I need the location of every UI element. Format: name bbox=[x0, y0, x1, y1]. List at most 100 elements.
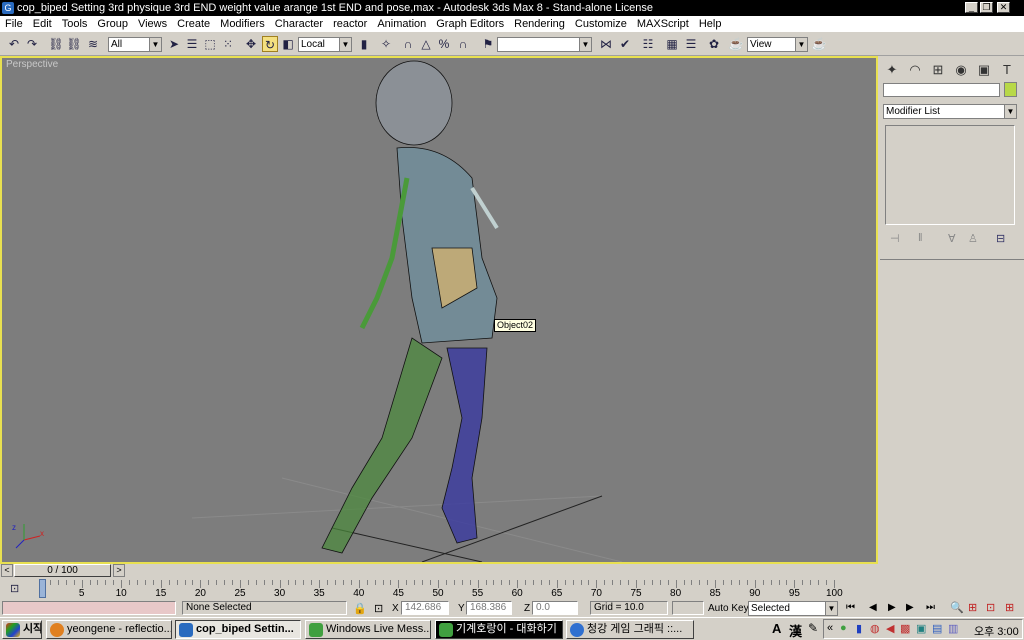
utilities-tab-icon[interactable]: T bbox=[997, 60, 1017, 80]
start-button[interactable]: 시작 bbox=[2, 620, 42, 639]
absolute-mode-icon[interactable]: ⊡ bbox=[374, 602, 383, 615]
key-filter-dropdown[interactable]: Selected ▼ bbox=[748, 601, 838, 616]
rotate-icon[interactable]: ↻ bbox=[262, 36, 278, 52]
app-icon[interactable]: G bbox=[2, 2, 14, 14]
percent-snap-icon[interactable]: % bbox=[436, 36, 452, 52]
remove-modifier-icon[interactable]: ♙ bbox=[968, 232, 978, 245]
y-coordinate-field[interactable]: 168.386 bbox=[466, 601, 512, 615]
network-icon[interactable]: ▤ bbox=[932, 622, 942, 635]
hierarchy-tab-icon[interactable]: ⊞ bbox=[928, 60, 948, 80]
menu-modifiers[interactable]: Modifiers bbox=[215, 16, 270, 32]
current-frame-marker[interactable] bbox=[39, 579, 46, 598]
maxscript-listener[interactable] bbox=[2, 601, 176, 615]
render-type-dropdown[interactable]: View ▼ bbox=[747, 37, 808, 52]
configure-sets-icon[interactable]: ⊟ bbox=[996, 232, 1005, 245]
network-disconnected-icon[interactable]: ▩ bbox=[900, 622, 910, 635]
create-tab-icon[interactable]: ✦ bbox=[882, 60, 902, 80]
restore-button[interactable]: ❐ bbox=[980, 2, 993, 13]
pivot-center-icon[interactable]: ▮ bbox=[356, 36, 372, 52]
menu-graph-editors[interactable]: Graph Editors bbox=[431, 16, 509, 32]
x-coordinate-field[interactable]: 142.686 bbox=[401, 601, 449, 615]
menu-group[interactable]: Group bbox=[92, 16, 133, 32]
angle-snap-icon[interactable]: △ bbox=[418, 36, 434, 52]
auto-key-button[interactable]: Auto Key bbox=[708, 603, 749, 614]
selection-filter-dropdown[interactable]: All ▼ bbox=[108, 37, 162, 52]
make-unique-icon[interactable]: ∀ bbox=[948, 232, 956, 245]
time-slider-thumb[interactable]: 0 / 100 bbox=[14, 564, 111, 577]
modify-tab-icon[interactable]: ◠ bbox=[905, 60, 925, 80]
motion-tab-icon[interactable]: ◉ bbox=[951, 60, 971, 80]
task-messenger[interactable]: Windows Live Mess... bbox=[305, 620, 431, 639]
next-key-icon[interactable]: ▶ bbox=[906, 602, 914, 613]
modifier-list-dropdown[interactable]: Modifier List ▼ bbox=[883, 104, 1017, 119]
time-tag[interactable] bbox=[672, 601, 704, 615]
ime-mode-indicator[interactable]: A bbox=[772, 621, 781, 636]
unlink-icon[interactable]: ⛓ bbox=[66, 36, 82, 52]
tray-monitor-icon[interactable]: ▣ bbox=[916, 622, 926, 635]
zoom-extents-icon[interactable]: ⊡ bbox=[986, 601, 995, 614]
mirror-icon[interactable]: ⋈ bbox=[598, 36, 614, 52]
redo-icon[interactable]: ↷ bbox=[24, 36, 40, 52]
z-coordinate-field[interactable]: 0.0 bbox=[532, 601, 578, 615]
menu-animation[interactable]: Animation bbox=[372, 16, 431, 32]
show-end-result-icon[interactable]: ‖ bbox=[918, 232, 923, 244]
align-icon[interactable]: ✔ bbox=[617, 36, 633, 52]
menu-reactor[interactable]: reactor bbox=[328, 16, 372, 32]
play-icon[interactable]: ▶ bbox=[888, 602, 896, 613]
minimize-button[interactable]: _ bbox=[965, 2, 978, 13]
menu-file[interactable]: File bbox=[0, 16, 28, 32]
tray-app-icon[interactable]: ▮ bbox=[856, 622, 862, 635]
goto-start-icon[interactable]: ⏮ bbox=[846, 602, 855, 613]
menu-rendering[interactable]: Rendering bbox=[509, 16, 570, 32]
messenger-tray-icon[interactable]: ● bbox=[840, 622, 847, 634]
menu-maxscript[interactable]: MAXScript bbox=[632, 16, 694, 32]
menu-help[interactable]: Help bbox=[694, 16, 727, 32]
snap-toggle-icon[interactable]: ∩ bbox=[400, 36, 416, 52]
object-name-field[interactable] bbox=[883, 83, 1000, 97]
zoom-extents-all-icon[interactable]: ⊞ bbox=[1005, 601, 1014, 614]
task-firefox[interactable]: yeongene - reflectio... bbox=[46, 620, 172, 639]
prev-key-icon[interactable]: ◀ bbox=[869, 602, 877, 613]
edit-named-selection-icon[interactable]: ⚑ bbox=[480, 36, 496, 52]
hanja-indicator[interactable]: 漢 bbox=[789, 621, 802, 640]
prev-frame-button[interactable]: < bbox=[1, 564, 13, 577]
next-frame-button[interactable]: > bbox=[113, 564, 125, 577]
trackbar[interactable]: ⊡ 05101520253035404550556065707580859095… bbox=[0, 578, 878, 600]
network-error-icon[interactable]: ▥ bbox=[948, 622, 958, 635]
perspective-viewport[interactable]: Perspective x z Object02 bbox=[0, 56, 878, 564]
close-button[interactable]: ✕ bbox=[997, 2, 1010, 13]
goto-end-icon[interactable]: ⏭ bbox=[926, 602, 935, 613]
material-editor-icon[interactable]: ✿ bbox=[706, 36, 722, 52]
object-color-swatch[interactable] bbox=[1004, 82, 1017, 97]
layer-manager-icon[interactable]: ☷ bbox=[640, 36, 656, 52]
link-icon[interactable]: ⛓ bbox=[48, 36, 64, 52]
spinner-snap-icon[interactable]: ∩ bbox=[455, 36, 471, 52]
pin-stack-icon[interactable]: ⊣ bbox=[890, 232, 900, 245]
render-scene-icon[interactable]: ☕ bbox=[728, 36, 744, 52]
menu-customize[interactable]: Customize bbox=[570, 16, 632, 32]
task-chat[interactable]: 기계호랑이 - 대화하기 bbox=[435, 620, 563, 639]
volume-icon[interactable]: ◀ bbox=[886, 622, 894, 635]
clock[interactable]: 오후 3:00 bbox=[974, 623, 1019, 639]
task-ie[interactable]: 청강 게임 그래픽 ::... bbox=[566, 620, 694, 639]
bind-space-warp-icon[interactable]: ≋ bbox=[85, 36, 101, 52]
quick-render-icon[interactable]: ☕ bbox=[811, 36, 827, 52]
undo-icon[interactable]: ↶ bbox=[6, 36, 22, 52]
wireless-icon[interactable]: ◍ bbox=[870, 622, 880, 635]
zoom-icon[interactable]: 🔍 bbox=[950, 601, 964, 614]
menu-edit[interactable]: Edit bbox=[28, 16, 57, 32]
named-selection-dropdown[interactable]: ▼ bbox=[497, 37, 592, 52]
window-crossing-icon[interactable]: ⁙ bbox=[220, 36, 236, 52]
ime-tool-icon[interactable]: ✎ bbox=[808, 621, 818, 635]
menu-character[interactable]: Character bbox=[270, 16, 328, 32]
select-by-name-icon[interactable]: ☰ bbox=[184, 36, 200, 52]
task-3dsmax[interactable]: cop_biped Settin... bbox=[175, 620, 301, 639]
curve-editor-icon[interactable]: ▦ bbox=[664, 36, 680, 52]
scale-icon[interactable]: ◧ bbox=[280, 36, 296, 52]
select-icon[interactable]: ➤ bbox=[166, 36, 182, 52]
manipulate-icon[interactable]: ✧ bbox=[378, 36, 394, 52]
modifier-stack[interactable] bbox=[885, 125, 1015, 225]
menu-views[interactable]: Views bbox=[133, 16, 172, 32]
display-tab-icon[interactable]: ▣ bbox=[974, 60, 994, 80]
lock-icon[interactable]: 🔒 bbox=[353, 602, 367, 615]
